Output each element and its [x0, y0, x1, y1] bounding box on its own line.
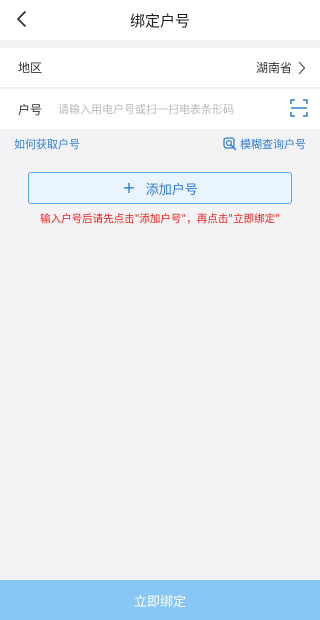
how-to-get-account-link[interactable]: 如何获取户号 [14, 136, 80, 152]
account-label: 户号 [18, 102, 43, 117]
back-button[interactable] [8, 6, 34, 32]
bind-now-button[interactable]: 立即绑定 [0, 580, 320, 620]
scan-icon[interactable] [290, 99, 308, 117]
search-icon [223, 137, 237, 151]
chevron-right-icon [298, 61, 308, 75]
account-input[interactable] [58, 98, 268, 120]
fuzzy-query-label: 模糊查询户号 [240, 138, 306, 151]
fuzzy-query-link[interactable]: 模糊查询户号 [223, 136, 306, 152]
app-header: 绑定户号 [0, 0, 320, 40]
region-value[interactable]: 湖南省 [256, 59, 292, 76]
hint-text: 输入户号后请先点击"添加户号"，再点击"立即绑定" [40, 213, 280, 225]
links-row: 如何获取户号 模糊查询户号 [0, 136, 320, 154]
plus-icon: + [122, 178, 136, 197]
region-row[interactable]: 地区 湖南省 [0, 48, 320, 88]
add-account-button[interactable]: + 添加户号 [28, 172, 292, 204]
account-row: 户号 [0, 89, 320, 129]
page-title: 绑定户号 [129, 11, 190, 30]
add-account-label: 添加户号 [145, 182, 198, 198]
chevron-left-icon [17, 11, 26, 27]
header-divider [0, 40, 320, 48]
region-label: 地区 [18, 61, 43, 75]
